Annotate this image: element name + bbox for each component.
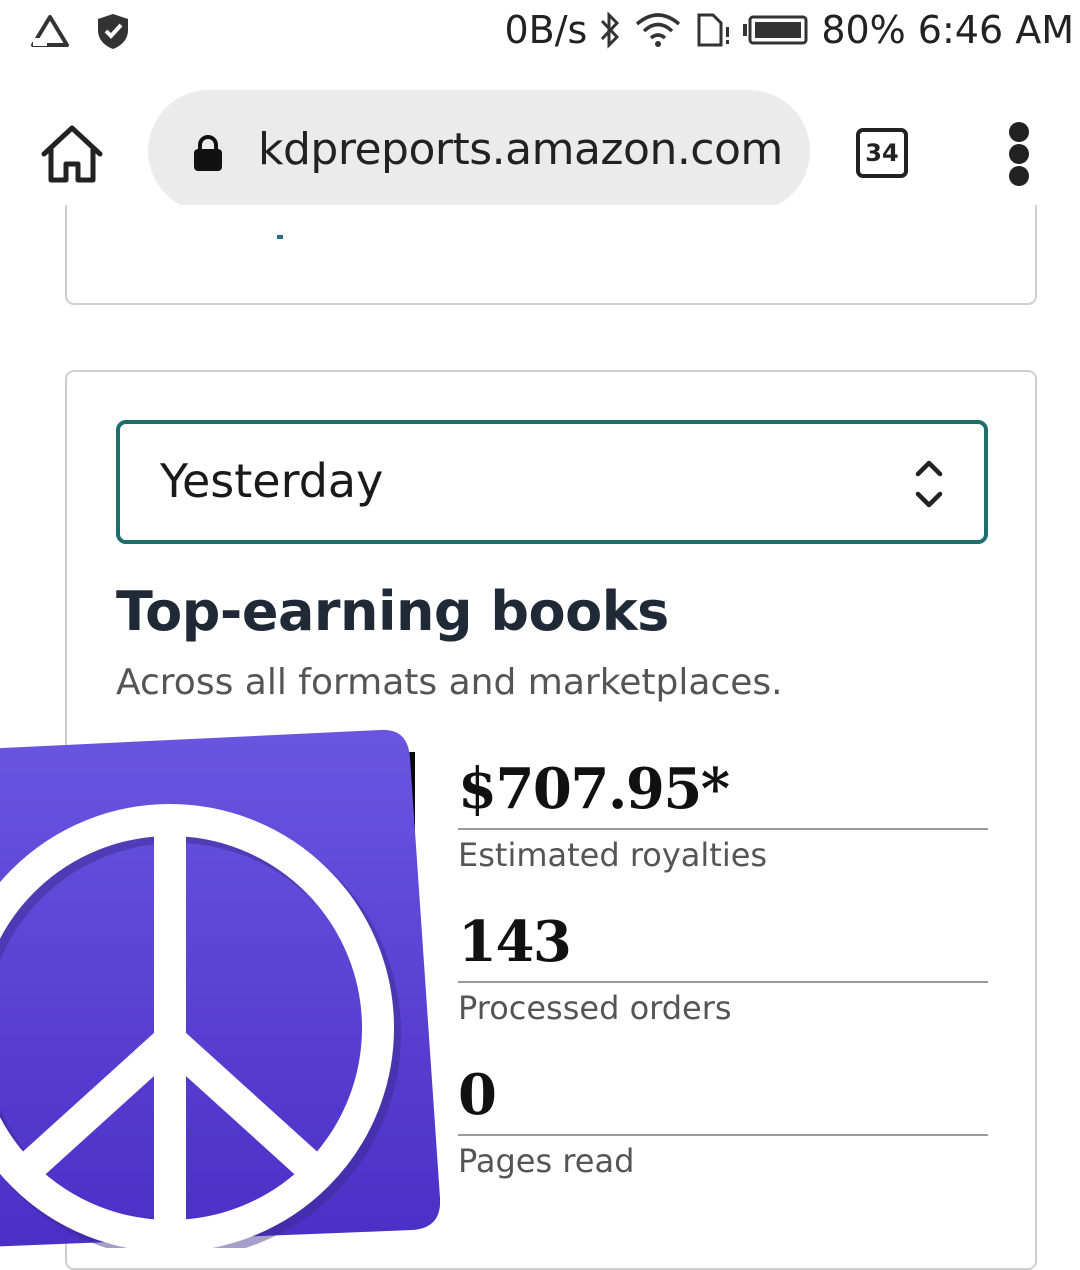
- browser-toolbar: kdpreports.amazon.com 34: [0, 80, 1080, 220]
- bluetooth-icon: [601, 11, 620, 49]
- divider: [458, 1134, 988, 1136]
- lock-icon: [194, 135, 222, 171]
- metric-royalties: $707.95* Estimated royalties: [458, 752, 988, 874]
- divider: [458, 828, 988, 830]
- address-bar[interactable]: kdpreports.amazon.com: [148, 90, 810, 212]
- date-range-select[interactable]: Yesterday: [116, 420, 988, 544]
- peace-sign-icon: [0, 729, 440, 1248]
- previous-card: [65, 205, 1037, 305]
- url-text: kdpreports.amazon.com: [258, 124, 783, 175]
- link-fragment: [277, 235, 283, 239]
- metric-label: Processed orders: [458, 989, 732, 1027]
- clock: 6:46 AM: [917, 8, 1074, 52]
- section-title: Top-earning books: [116, 580, 669, 643]
- shield-icon: [98, 14, 128, 49]
- metric-value: 0: [458, 1062, 497, 1128]
- metric-value: 143: [458, 909, 572, 975]
- more-menu-icon[interactable]: [1002, 122, 1036, 186]
- metric-pages-read: 0 Pages read: [458, 1058, 988, 1180]
- tab-switcher-button[interactable]: 34: [856, 128, 908, 178]
- status-bar: 0B/s 80% 6:46 AM: [0, 0, 1080, 64]
- metric-value: $707.95*: [458, 756, 730, 822]
- section-subtitle: Across all formats and marketplaces.: [116, 662, 783, 703]
- warning-triangle-icon: [31, 15, 69, 47]
- wifi-icon: [636, 13, 681, 47]
- sim-card-icon: [697, 13, 730, 47]
- battery-percent: 80%: [821, 8, 906, 52]
- battery-icon: [743, 15, 808, 45]
- metric-label: Estimated royalties: [458, 836, 768, 874]
- network-speed: 0B/s: [504, 8, 588, 52]
- home-icon[interactable]: [38, 122, 106, 186]
- status-right: 0B/s 80% 6:46 AM: [504, 8, 1074, 52]
- status-left-icons: [30, 12, 130, 50]
- metric-label: Pages read: [458, 1142, 635, 1180]
- chevron-up-down-icon: [915, 460, 943, 508]
- date-range-value: Yesterday: [160, 454, 384, 508]
- metric-orders: 143 Processed orders: [458, 905, 988, 1027]
- divider: [458, 981, 988, 983]
